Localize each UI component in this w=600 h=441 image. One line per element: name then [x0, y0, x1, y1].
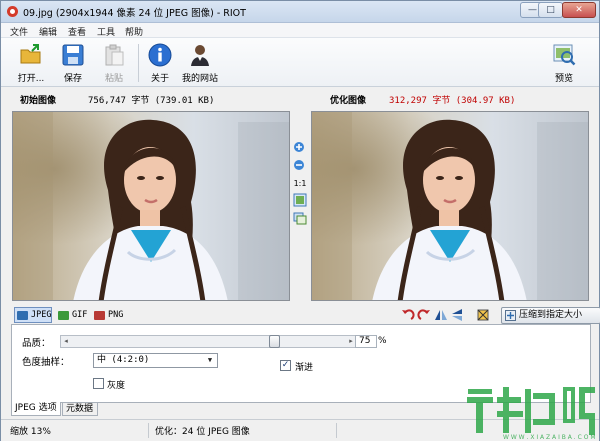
open-folder-icon	[20, 44, 41, 64]
format-tab-gif[interactable]: GIF	[55, 307, 89, 323]
format-tab-jpeg[interactable]: JPEG	[14, 307, 52, 323]
zoom-out-icon[interactable]	[293, 159, 307, 173]
menu-tools[interactable]: 工具	[97, 25, 115, 38]
quality-slider[interactable]: ◂ ▸	[60, 335, 357, 348]
slider-left-arrow-icon[interactable]: ◂	[61, 336, 71, 347]
optimized-image-label: 优化图像	[330, 96, 367, 106]
sync-view-icon[interactable]	[293, 211, 307, 225]
fit-window-icon[interactable]	[293, 193, 307, 207]
gif-file-icon	[58, 311, 69, 320]
window-title: 09.jpg (2904x1944 像素 24 位 JPEG 图像) - RIO…	[23, 8, 246, 19]
website-label: 我的网站	[181, 74, 218, 84]
original-photo	[13, 112, 289, 300]
toolbar-separator	[138, 44, 139, 82]
compress-icon	[505, 310, 516, 321]
maximize-button[interactable]: □	[538, 2, 563, 18]
riot-app-icon	[7, 6, 18, 17]
preview-label: 预览	[554, 74, 573, 84]
about-button[interactable]: 关于	[144, 43, 176, 85]
progressive-label: 渐进	[295, 363, 314, 373]
menu-help[interactable]: 帮助	[125, 25, 143, 38]
chroma-subsampling-label: 色度抽样：	[22, 357, 70, 368]
quality-label: 品质：	[22, 338, 51, 349]
tab-metadata[interactable]: 元数据	[62, 402, 98, 416]
preview-button[interactable]: 预览	[549, 43, 579, 85]
open-label: 打开...	[17, 74, 45, 84]
website-button[interactable]: 我的网站	[179, 43, 221, 85]
toolbar: 打开... 保存 粘贴 关于 我的网站 预览	[1, 38, 599, 87]
optimized-image-pane[interactable]	[311, 111, 589, 301]
original-image-label: 初始图像	[20, 96, 57, 106]
close-button[interactable]: ✕	[562, 2, 596, 18]
compress-to-size-button[interactable]: 压缩到指定大小	[501, 307, 600, 324]
optimized-size: 312,297 字节 (304.97 KB)	[389, 96, 516, 106]
watermark-logo: W W W . X I A Z A I B A . C O M	[467, 387, 596, 441]
save-disk-icon	[62, 44, 84, 66]
format-tab-png[interactable]: PNG	[91, 307, 125, 323]
paste-button[interactable]: 粘贴	[97, 43, 131, 85]
menu-edit[interactable]: 编辑	[39, 25, 57, 38]
grayscale-label: 灰度	[107, 381, 126, 391]
flip-horizontal-icon[interactable]	[434, 308, 448, 322]
optimized-photo	[312, 112, 588, 300]
quality-input[interactable]: 75	[355, 335, 377, 348]
zoom-in-icon[interactable]	[293, 141, 307, 155]
paste-label: 粘贴	[104, 74, 123, 84]
chevron-down-icon: ▼	[207, 356, 213, 364]
status-divider	[336, 423, 337, 438]
title-bar: 09.jpg (2904x1944 像素 24 位 JPEG 图像) - RIO…	[1, 1, 599, 23]
preview-magnifier-icon	[553, 44, 576, 66]
save-button[interactable]: 保存	[56, 43, 90, 85]
status-optimized: 优化：24 位 JPEG 图像	[155, 427, 250, 437]
rotate-right-icon[interactable]	[417, 308, 431, 322]
status-divider	[148, 423, 149, 438]
format-tab-gif-label: GIF	[72, 310, 88, 320]
original-image-pane[interactable]	[12, 111, 290, 301]
compress-button-label: 压缩到指定大小	[519, 310, 583, 320]
chroma-subsampling-value: 中 (4:2:0)	[97, 355, 150, 365]
format-tab-png-label: PNG	[108, 310, 124, 320]
info-bar: 初始图像 756,747 字节 (739.01 KB) 优化图像 312,297…	[1, 87, 599, 109]
menu-view[interactable]: 查看	[68, 25, 86, 38]
grayscale-checkbox[interactable]	[93, 378, 104, 389]
about-label: 关于	[150, 74, 169, 84]
menu-bar: 文件 编辑 查看 工具 帮助	[1, 23, 599, 38]
crop-icon[interactable]	[476, 308, 490, 322]
tab-jpeg-options[interactable]: JPEG 选项	[11, 402, 61, 416]
save-label: 保存	[63, 74, 82, 84]
format-toolbar: JPEG GIF PNG 压缩到指定大小	[11, 306, 600, 324]
open-button[interactable]: 打开...	[11, 43, 51, 85]
paste-clipboard-icon	[105, 44, 124, 66]
rotate-left-icon[interactable]	[401, 308, 415, 322]
svg-text:W W W . X I A Z A I B A . C O: W W W . X I A Z A I B A . C O M	[503, 434, 596, 441]
png-file-icon	[94, 311, 105, 320]
quality-slider-thumb[interactable]	[269, 335, 280, 348]
original-size: 756,747 字节 (739.01 KB)	[88, 96, 215, 106]
progressive-checkbox[interactable]: ✓	[280, 360, 291, 371]
zoom-actual-size[interactable]: 1:1	[292, 179, 308, 188]
info-icon	[148, 43, 172, 67]
zoom-controls: 1:1	[292, 141, 308, 231]
menu-file[interactable]: 文件	[10, 25, 28, 38]
chroma-subsampling-select[interactable]: 中 (4:2:0) ▼	[93, 353, 218, 368]
format-tab-jpeg-label: JPEG	[31, 310, 52, 320]
flip-vertical-icon[interactable]	[450, 308, 464, 322]
riot-window: 09.jpg (2904x1944 像素 24 位 JPEG 图像) - RIO…	[0, 0, 600, 441]
status-zoom: 缩放 13%	[10, 427, 51, 437]
jpeg-file-icon	[17, 311, 28, 320]
user-icon	[191, 45, 209, 66]
quality-percent-sign: %	[378, 336, 387, 346]
